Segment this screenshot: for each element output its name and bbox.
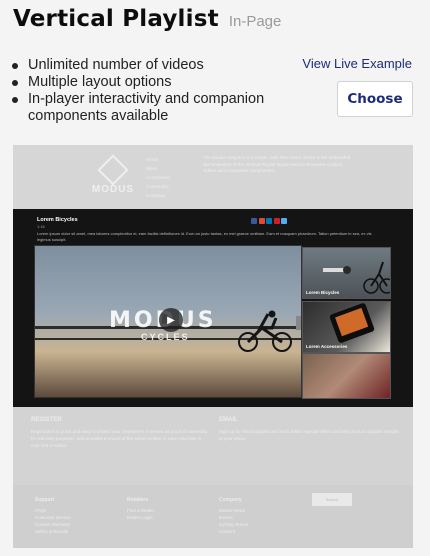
logo-mark-icon: [97, 154, 129, 186]
footer-column: Company Modus News Events Cycling Teams …: [219, 497, 248, 535]
email-title: EMAIL: [219, 417, 238, 423]
footer-column-title: Company: [219, 497, 242, 503]
register-text: Registration is quick and easy to protec…: [31, 429, 208, 448]
feature-item: Unlimited number of videos: [12, 57, 302, 74]
preview-nav-item: Bikes: [146, 166, 158, 171]
header: Vertical Playlist In-Page: [13, 6, 281, 32]
pinterest-icon: [273, 218, 280, 224]
playlist-thumbnail-label: Lorem Bicycles: [306, 290, 340, 295]
preview-social-icons: [251, 218, 287, 224]
preview-video-duration: 1:16: [37, 224, 45, 229]
footer-link: Contact Warranty: [35, 522, 70, 527]
email-column: EMAIL Sign up for email updates and we'l…: [219, 417, 399, 442]
footer-link: FAQs: [35, 508, 47, 513]
footer-link: Dealer Login: [127, 515, 153, 520]
preview-search-box: Search: [312, 493, 352, 506]
preview-nav-item: Community: [146, 184, 169, 189]
footer-link: Safety & Recalls: [35, 529, 69, 534]
preview-nav: Home Bikes Accessories Community Company: [146, 155, 170, 200]
preview-logo: MODUS: [83, 154, 143, 195]
playlist-thumbnail: Lorem Accessories: [302, 301, 391, 353]
footer-link: Careers: [219, 529, 236, 534]
feature-item: In-player interactivity and companion co…: [12, 91, 302, 125]
preview-video-description: Lorem ipsum dolor sit amet, mea labores …: [37, 231, 372, 242]
preview-footer: Support FAQs Customer Service Contact Wa…: [13, 485, 413, 548]
register-column: REGISTER Registration is quick and easy …: [31, 417, 211, 449]
footer-link: Modus News: [219, 508, 246, 513]
preview-logo-text: MODUS: [91, 184, 135, 195]
preview-site-header: MODUS Home Bikes Accessories Community C…: [13, 145, 413, 209]
footer-column: Retailers Find a Dealer Dealer Login: [127, 497, 154, 521]
google-plus-icon: [258, 218, 265, 224]
preview-nav-item: Company: [146, 193, 166, 198]
footer-link: Find a Dealer: [127, 508, 155, 513]
layout-preview-image[interactable]: MODUS Home Bikes Accessories Community C…: [13, 145, 413, 548]
preview-nav-item: Accessories: [146, 175, 171, 180]
facebook-icon: [251, 218, 257, 224]
playlist-thumbnail: Lorem Bicycles: [302, 247, 391, 299]
preview-nav-item: Home: [146, 157, 159, 162]
preview-register-section: REGISTER Registration is quick and easy …: [13, 407, 413, 485]
email-text: Sign up for email updates and we'll deli…: [219, 429, 399, 441]
player-brand-subtext: CYCLES: [141, 332, 190, 342]
playlist-thumbnail: [302, 353, 391, 399]
page-title: Vertical Playlist: [13, 6, 219, 32]
preview-intro-text: The Modus company is a simple, bold bike…: [203, 155, 351, 173]
footer-link: Cycling Teams: [219, 522, 249, 527]
feature-item: Multiple layout options: [12, 74, 302, 91]
footer-column-title: Support: [35, 497, 55, 503]
preview-video-player: MODUS CYCLES ▶: [34, 245, 302, 398]
linkedin-icon: [266, 218, 272, 224]
footer-column: Support FAQs Customer Service Contact Wa…: [35, 497, 71, 535]
preview-video-title: Lorem Bicycles: [37, 217, 78, 223]
twitter-icon: [281, 218, 287, 224]
play-icon: ▶: [159, 308, 183, 332]
choose-button[interactable]: Choose: [337, 81, 413, 117]
feature-list: Unlimited number of videos Multiple layo…: [12, 57, 302, 125]
footer-column-title: Retailers: [127, 497, 149, 503]
view-live-example-link[interactable]: View Live Example: [302, 56, 412, 71]
cyclist-silhouette-icon: [238, 310, 292, 352]
placement-tag: In-Page: [228, 13, 282, 30]
register-title: REGISTER: [31, 417, 62, 423]
footer-link: Customer Service: [35, 515, 71, 520]
footer-link: Events: [219, 515, 233, 520]
playlist-thumbnail-label: Lorem Accessories: [306, 344, 348, 349]
